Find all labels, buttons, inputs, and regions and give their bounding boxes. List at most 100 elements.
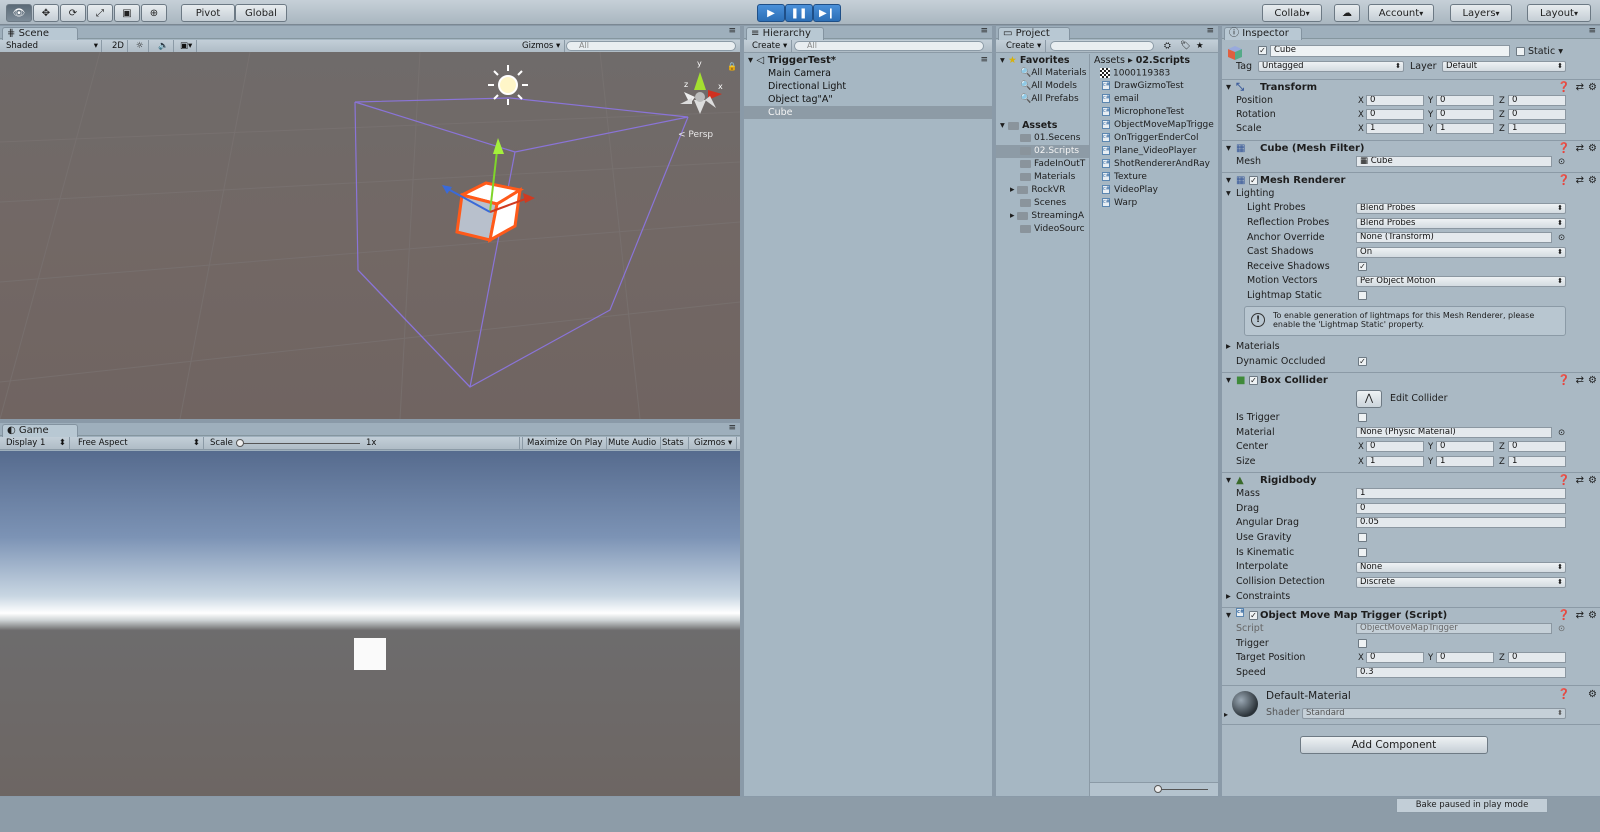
mesh-renderer-header[interactable]: ▾ ▦ ✓ Mesh Renderer ❓ ⇄ ⚙	[1222, 172, 1600, 188]
rigidbody-header[interactable]: ▾ ▲ Rigidbody ❓ ⇄ ⚙	[1222, 472, 1600, 488]
help-icon[interactable]: ❓	[1558, 373, 1570, 389]
icon-size-slider-track[interactable]	[1158, 789, 1208, 790]
shading-dropdown[interactable]: Shaded ▾	[2, 40, 102, 52]
file-ontriggerendercol[interactable]: c# OnTriggerEnderCol	[1102, 133, 1198, 143]
light-probes-dropdown[interactable]: Blend Probes	[1356, 203, 1566, 214]
hierarchy-item-object-tag-a[interactable]: Object tag"A"	[768, 94, 833, 105]
hierarchy-item-main-camera[interactable]: Main Camera	[768, 68, 831, 79]
mesh-field[interactable]: ▦ Cube	[1356, 156, 1552, 167]
scale-slider-track[interactable]	[240, 443, 360, 444]
project-search-input[interactable]	[1050, 41, 1154, 51]
object-picker-icon[interactable]: ⊙	[1558, 426, 1565, 440]
hierarchy-item-directional-light[interactable]: Directional Light	[768, 81, 846, 92]
hierarchy-menu-icon[interactable]: ≡	[980, 26, 988, 36]
hierarchy-item-cube[interactable]: Cube	[768, 107, 793, 118]
favorite-all-prefabs[interactable]: 🔍All Prefabs	[1020, 94, 1079, 104]
view-tool-icon[interactable]: 👁	[6, 4, 32, 22]
folder-02-scripts[interactable]: 02.Scripts	[1020, 146, 1079, 156]
hierarchy-search-input[interactable]: All	[794, 41, 984, 51]
size-z-field[interactable]: 1	[1508, 456, 1566, 467]
lightmap-static-checkbox[interactable]	[1358, 291, 1367, 300]
center-x-field[interactable]: 0	[1366, 441, 1424, 452]
stats-button[interactable]: Stats	[658, 437, 689, 449]
static-checkbox[interactable]	[1516, 47, 1525, 56]
lock-icon[interactable]: 🔒	[727, 62, 737, 71]
layer-dropdown[interactable]: Default	[1442, 61, 1566, 72]
interpolate-dropdown[interactable]: None	[1356, 562, 1566, 573]
preset-icon[interactable]: ⇄	[1576, 373, 1584, 389]
center-y-field[interactable]: 0	[1436, 441, 1494, 452]
script-enabled-checkbox[interactable]: ✓	[1249, 611, 1258, 620]
lighting-toggle-icon[interactable]: ☼	[132, 40, 149, 52]
reflection-probes-dropdown[interactable]: Blend Probes	[1356, 218, 1566, 229]
center-z-field[interactable]: 0	[1508, 441, 1566, 452]
icon-size-slider-thumb[interactable]	[1154, 785, 1162, 793]
file-shotrendererandray[interactable]: c# ShotRendererAndRay	[1102, 159, 1210, 169]
settings-gear-icon[interactable]: ⚙	[1588, 689, 1597, 700]
object-picker-icon[interactable]: ⊙	[1558, 155, 1565, 169]
favorite-all-materials[interactable]: 🔍All Materials	[1020, 68, 1087, 78]
material-foldout-icon[interactable]: ▸	[1224, 710, 1228, 719]
panel-menu-icon[interactable]: ≡	[728, 26, 736, 36]
tab-scene[interactable]: ⋕ Scene	[2, 27, 78, 40]
display-dropdown[interactable]: Display 1 ⬍	[2, 437, 70, 449]
filter-type-icon[interactable]: ⛭	[1160, 40, 1175, 52]
mute-audio-button[interactable]: Mute Audio	[604, 437, 662, 449]
scale-slider-thumb[interactable]	[236, 439, 244, 447]
object-active-checkbox[interactable]: ✓	[1258, 46, 1267, 55]
object-picker-icon[interactable]: ⊙	[1558, 231, 1565, 245]
file-objectmovemaptrigger[interactable]: c# ObjectMoveMapTrigge	[1102, 120, 1214, 130]
use-gravity-checkbox[interactable]	[1358, 533, 1367, 542]
box-collider-enabled-checkbox[interactable]: ✓	[1249, 376, 1258, 385]
box-collider-header[interactable]: ▾ ■ ✓ Box Collider ❓ ⇄ ⚙	[1222, 372, 1600, 388]
folder-videosource[interactable]: VideoSourc	[1020, 224, 1085, 234]
game-viewport[interactable]	[0, 451, 740, 796]
pivot-button[interactable]: Pivot	[181, 4, 235, 22]
directional-light-icon[interactable]	[488, 65, 528, 105]
speed-field[interactable]: 0.3	[1356, 667, 1566, 678]
folder-scenes[interactable]: Scenes	[1020, 198, 1066, 208]
is-trigger-checkbox[interactable]	[1358, 413, 1367, 422]
hierarchy-create-button[interactable]: Create ▾	[748, 40, 793, 52]
file-microphonetest[interactable]: c# MicrophoneTest	[1102, 107, 1184, 117]
persp-label[interactable]: < Persp	[678, 130, 713, 140]
folder-rockvr[interactable]: ▸ RockVR	[1010, 185, 1065, 195]
scene-viewport[interactable]: y x z 🔒 < Persp	[0, 52, 740, 419]
file-plane-videoplayer[interactable]: c# Plane_VideoPlayer	[1102, 146, 1196, 156]
assets-folder[interactable]: ▾ Assets	[1000, 120, 1057, 131]
folder-materials[interactable]: Materials	[1020, 172, 1075, 182]
rotation-y-field[interactable]: 0	[1436, 109, 1494, 120]
transform-header[interactable]: ▾ ⤡ Transform ❓ ⇄ ⚙	[1222, 79, 1600, 95]
file-texture[interactable]: c# Texture	[1102, 172, 1147, 182]
folder-streamingassets[interactable]: ▸ StreamingA	[1010, 211, 1084, 221]
file-drawgizmotest[interactable]: c# DrawGizmoTest	[1102, 81, 1184, 91]
settings-gear-icon[interactable]: ⚙	[1588, 373, 1597, 389]
favorite-all-models[interactable]: 🔍All Models	[1020, 81, 1077, 91]
scale-y-field[interactable]: 1	[1436, 123, 1494, 134]
2d-toggle-button[interactable]: 2D	[108, 40, 128, 52]
scene-gizmos-button[interactable]: Gizmos ▾	[518, 40, 566, 52]
receive-shadows-checkbox[interactable]: ✓	[1358, 262, 1367, 271]
audio-toggle-icon[interactable]: 🔈	[154, 40, 174, 52]
play-button-icon[interactable]: ▶	[757, 4, 785, 22]
lighting-foldout[interactable]: ▾ Lighting	[1222, 187, 1600, 201]
dynamic-occluded-checkbox[interactable]: ✓	[1358, 357, 1367, 366]
object-name-field[interactable]: Cube	[1270, 45, 1510, 57]
scene-gizmo-axes[interactable]	[680, 72, 722, 114]
trigger-checkbox[interactable]	[1358, 639, 1367, 648]
tag-dropdown[interactable]: Untagged	[1258, 61, 1404, 72]
folder-01-secens[interactable]: 01.Secens	[1020, 133, 1080, 143]
constraints-foldout[interactable]: ▸ Constraints	[1222, 590, 1600, 604]
layout-button[interactable]: Layout	[1527, 4, 1591, 22]
favorites-header[interactable]: ▾ ★ Favorites	[1000, 55, 1070, 66]
breadcrumb-02-scripts[interactable]: 02.Scripts	[1136, 55, 1190, 66]
breadcrumb-assets[interactable]: Assets	[1094, 55, 1125, 66]
scene-options-icon[interactable]: ≡	[980, 55, 988, 65]
add-component-button[interactable]: Add Component	[1300, 736, 1488, 754]
file-videoplay[interactable]: c# VideoPlay	[1102, 185, 1158, 195]
scene-search-input[interactable]: All	[566, 41, 736, 51]
account-button[interactable]: Account	[1368, 4, 1434, 22]
transform-tool-icon[interactable]: ⊕	[141, 4, 167, 22]
collider-material-field[interactable]: None (Physic Material)	[1356, 427, 1552, 438]
scale-tool-icon[interactable]: ⤢	[87, 4, 113, 22]
